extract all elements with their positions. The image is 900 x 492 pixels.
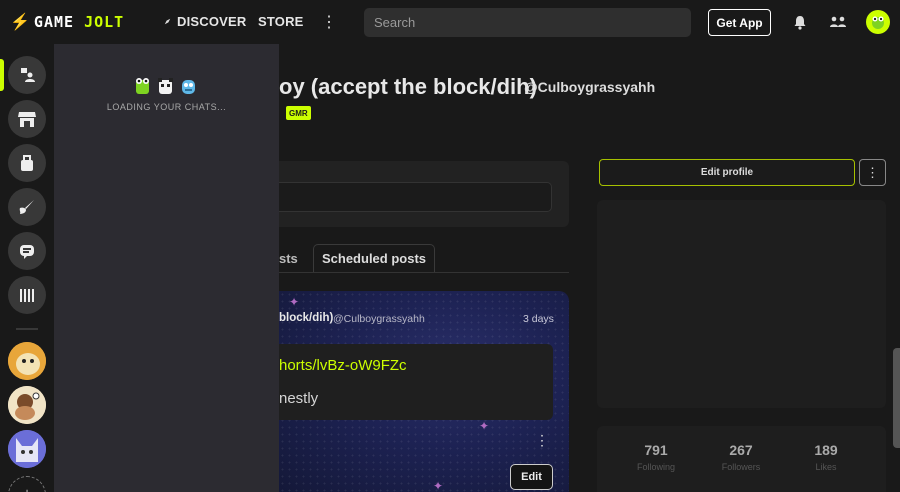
post-content-box <box>279 344 553 420</box>
tabs-divider <box>279 272 569 273</box>
chat-bubble-icon <box>20 245 34 259</box>
stat-following[interactable]: 791 Following <box>616 442 696 472</box>
nav-more-button[interactable]: ⋮ <box>321 12 337 32</box>
search-bar[interactable] <box>364 8 691 37</box>
logo-game: GAME <box>33 13 75 31</box>
sparkle-icon: ✦ <box>289 295 300 309</box>
nav-discover-label: DISCOVER <box>177 14 247 29</box>
profile-username[interactable]: @Culboygrassyahh <box>524 79 655 95</box>
bell-icon[interactable] <box>790 12 810 32</box>
community-avatar-2[interactable] <box>8 386 46 424</box>
profile-more-button[interactable]: ⋮ <box>859 159 886 186</box>
top-bar: ⚡ GAME JOLT DISCOVER STORE ⋮ Get App <box>0 0 900 44</box>
scrollbar-handle[interactable] <box>893 348 900 448</box>
stat-followers-value: 267 <box>729 442 753 458</box>
search-input[interactable] <box>374 15 691 30</box>
get-app-button[interactable]: Get App <box>708 9 771 36</box>
blue-mascot-icon <box>182 80 195 94</box>
active-indicator <box>0 59 4 91</box>
chat-users-icon <box>21 68 35 82</box>
tab-scheduled-posts[interactable]: Scheduled posts <box>313 244 435 272</box>
profile-display-name: oy (accept the block/dih) <box>279 74 537 99</box>
stat-likes-value: 189 <box>814 442 838 458</box>
sparkle-icon: ✦ <box>479 419 490 433</box>
post-more-button[interactable]: ⋮ <box>535 432 549 449</box>
panda-mascot-icon <box>158 78 173 94</box>
gamejolt-logo[interactable]: ⚡ GAME JOLT <box>10 12 124 32</box>
profile-info-card <box>597 200 886 408</box>
stat-following-value: 791 <box>644 442 668 458</box>
friends-icon[interactable] <box>828 12 848 32</box>
brush-icon <box>19 200 34 214</box>
library-icon <box>20 289 34 302</box>
tab-posts[interactable]: sts <box>279 244 307 272</box>
logo-jolt: JOLT <box>84 13 125 31</box>
stat-likes[interactable]: 189 Likes <box>786 442 866 472</box>
post-text: nestly <box>279 390 319 407</box>
community-avatar-1[interactable] <box>8 342 46 380</box>
edit-profile-button[interactable]: Edit profile <box>599 159 855 186</box>
user-avatar[interactable] <box>866 10 890 34</box>
shell-inventory-button[interactable] <box>8 144 46 182</box>
sparkle-icon: ✦ <box>433 479 444 492</box>
compass-icon <box>164 18 171 25</box>
community-avatar-3[interactable] <box>8 430 46 468</box>
chat-loading-icons <box>134 76 197 96</box>
shell-store-button[interactable] <box>8 100 46 138</box>
shell-creators-button[interactable] <box>8 188 46 226</box>
stat-followers[interactable]: 267 Followers <box>701 442 781 472</box>
nav-store[interactable]: STORE <box>258 14 304 29</box>
stat-likes-label: Likes <box>815 462 837 472</box>
bag-icon <box>21 155 33 171</box>
left-shell: + <box>0 44 54 492</box>
post-author-name[interactable]: block/dih) <box>279 312 333 324</box>
nav-store-label: STORE <box>258 14 304 29</box>
post-compose-input[interactable] <box>279 182 552 212</box>
post-link[interactable]: horts/lvBz-oW9FZc <box>279 357 407 374</box>
post-timestamp: 3 days <box>523 313 554 325</box>
shell-chat-button[interactable] <box>8 56 46 94</box>
post-author-handle[interactable]: @Culboygrassyahh <box>333 313 425 325</box>
add-community-button[interactable]: + <box>8 476 46 492</box>
plus-icon: + <box>22 486 31 492</box>
stat-followers-label: Followers <box>721 462 761 472</box>
chat-panel: LOADING YOUR CHATS... <box>54 44 279 492</box>
nav-discover[interactable]: DISCOVER <box>163 14 247 29</box>
logo-text: GAME JOLT <box>34 13 124 31</box>
shell-divider <box>16 328 38 330</box>
gmr-badge: GMR <box>286 106 311 120</box>
store-icon <box>18 112 36 127</box>
shell-communities-button[interactable] <box>8 232 46 270</box>
chat-loading-text: LOADING YOUR CHATS... <box>106 102 227 112</box>
post-edit-button[interactable]: Edit <box>510 464 553 490</box>
avatar-frog-icon <box>872 16 884 29</box>
bolt-icon: ⚡ <box>10 14 30 31</box>
shell-library-button[interactable] <box>8 276 46 314</box>
stat-following-label: Following <box>636 462 676 472</box>
frog-mascot-icon <box>136 78 149 94</box>
